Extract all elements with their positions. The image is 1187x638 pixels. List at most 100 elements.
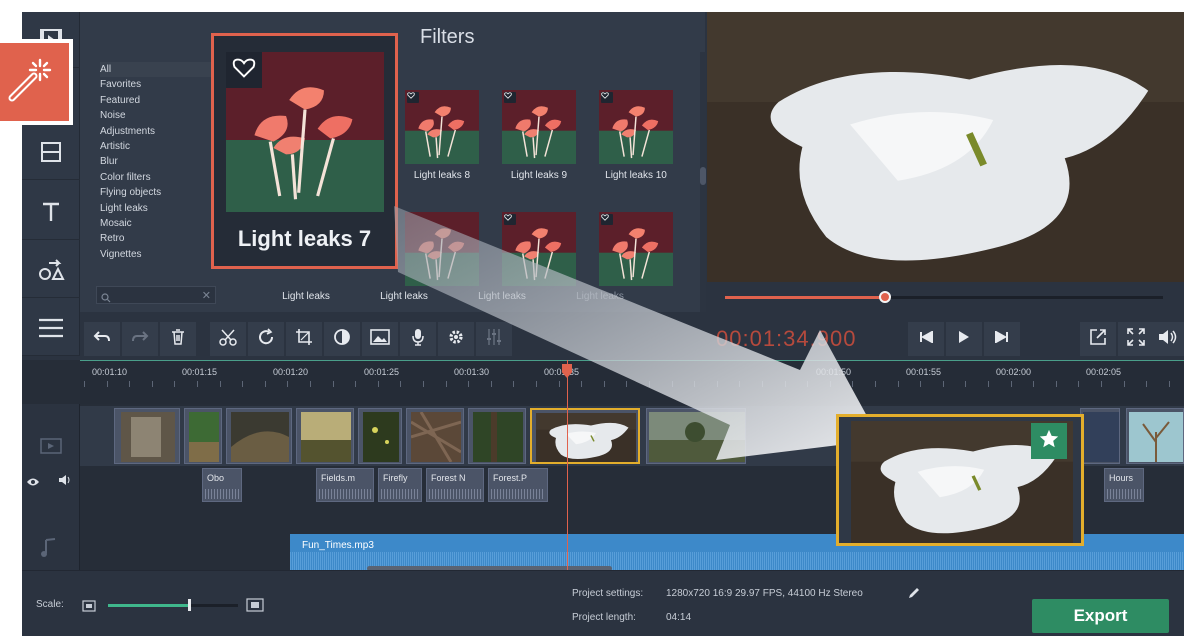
- list-tab[interactable]: [22, 300, 80, 356]
- category-item[interactable]: Noise: [100, 108, 220, 123]
- ruler-tick: [694, 381, 696, 387]
- seek-handle[interactable]: [878, 291, 891, 303]
- undo-icon: [93, 330, 111, 349]
- heart-icon[interactable]: [407, 92, 419, 103]
- speaker-icon[interactable]: [58, 473, 72, 491]
- filter-thumb[interactable]: [502, 90, 576, 164]
- video-clip[interactable]: [226, 408, 292, 464]
- playhead[interactable]: [567, 360, 568, 570]
- ruler-tick: [626, 381, 628, 387]
- color-adjust-button[interactable]: [324, 322, 360, 356]
- audio-clip[interactable]: Obo: [202, 468, 242, 502]
- audio-clip[interactable]: Hours: [1104, 468, 1144, 502]
- video-clip[interactable]: [114, 408, 180, 464]
- stickers-tab[interactable]: [22, 242, 80, 298]
- heart-icon[interactable]: [601, 214, 613, 225]
- selected-video-clip[interactable]: [530, 408, 640, 464]
- rotate-button[interactable]: [248, 322, 284, 356]
- prev-frame-button[interactable]: [908, 322, 944, 356]
- filter-thumb-label: Light leaks: [282, 291, 330, 302]
- video-clip[interactable]: [468, 408, 526, 464]
- export-button[interactable]: Export: [1032, 599, 1169, 633]
- filter-thumb[interactable]: [599, 212, 673, 286]
- video-clip[interactable]: [1126, 408, 1184, 464]
- next-icon: [995, 330, 1009, 348]
- video-clip[interactable]: [296, 408, 354, 464]
- category-item[interactable]: Vignettes: [100, 247, 220, 262]
- clear-search-icon[interactable]: ✕: [202, 289, 211, 302]
- heart-icon[interactable]: [504, 214, 516, 225]
- redo-button[interactable]: [122, 322, 158, 356]
- image-button[interactable]: [362, 322, 398, 356]
- record-audio-button[interactable]: [400, 322, 436, 356]
- delete-button[interactable]: [160, 322, 196, 356]
- ruler-tick: [490, 381, 492, 387]
- ruler-tick: [1168, 381, 1170, 387]
- titles-tab[interactable]: [22, 184, 80, 240]
- filter-search-input[interactable]: ✕: [96, 286, 216, 304]
- audio-clip[interactable]: Fields.m: [316, 468, 374, 502]
- category-item[interactable]: Flying objects: [100, 185, 220, 200]
- crop-button[interactable]: [286, 322, 322, 356]
- transitions-tab[interactable]: [22, 124, 80, 180]
- next-frame-button[interactable]: [984, 322, 1020, 356]
- ruler-tick: [875, 381, 876, 387]
- category-item[interactable]: Artistic: [100, 139, 220, 154]
- video-clip[interactable]: [406, 408, 464, 464]
- transitions-icon: [38, 139, 64, 165]
- filters-scrollbar[interactable]: [700, 52, 706, 312]
- fullscreen-button[interactable]: [1118, 322, 1154, 356]
- eye-icon[interactable]: [26, 474, 40, 492]
- ruler-time-label: 00:01:20: [273, 367, 309, 377]
- video-clip[interactable]: [184, 408, 222, 464]
- cut-button[interactable]: [210, 322, 246, 356]
- video-clip[interactable]: [358, 408, 402, 464]
- video-clip[interactable]: [646, 408, 746, 464]
- status-bar: Scale: Project settings: 1280x720 16:9 2…: [22, 570, 1184, 636]
- category-item[interactable]: Color filters: [100, 170, 220, 185]
- audio-clip[interactable]: Firefly: [378, 468, 422, 502]
- ruler-tick: [1101, 381, 1102, 387]
- heart-icon[interactable]: [601, 92, 613, 103]
- heart-icon[interactable]: [504, 92, 516, 103]
- video-clip[interactable]: [1080, 408, 1120, 464]
- favorite-heart-button[interactable]: [226, 52, 262, 88]
- ruler-tick: [332, 381, 334, 387]
- pencil-icon[interactable]: [908, 586, 920, 604]
- preview-seek-bar[interactable]: [707, 282, 1184, 312]
- ruler-tick: [920, 381, 922, 387]
- ruler-time-label: 00:01:35: [544, 367, 580, 377]
- zoom-out-icon[interactable]: [82, 599, 96, 617]
- zoom-in-icon[interactable]: [246, 598, 264, 617]
- category-item[interactable]: Favorites: [100, 77, 220, 92]
- category-item[interactable]: Retro: [100, 231, 220, 246]
- filter-thumb[interactable]: [502, 212, 576, 286]
- volume-button[interactable]: [1150, 322, 1184, 356]
- settings-button[interactable]: [438, 322, 474, 356]
- time-ruler[interactable]: 00:01:10 00:01:15 00:01:20 00:01:25 00:01:30…: [80, 360, 1184, 404]
- scale-slider-handle[interactable]: [187, 599, 191, 611]
- filter-thumb[interactable]: [405, 90, 479, 164]
- category-item[interactable]: Adjustments: [100, 124, 220, 139]
- audio-clip[interactable]: Forest N: [426, 468, 484, 502]
- ruler-tick: [377, 381, 379, 387]
- category-item[interactable]: Featured: [100, 93, 220, 108]
- filter-preview-callout[interactable]: Light leaks 7: [211, 33, 398, 269]
- audio-clip[interactable]: Forest.P: [488, 468, 548, 502]
- audio-clip-name: Fields.m: [321, 473, 356, 483]
- undo-button[interactable]: [84, 322, 120, 356]
- equalizer-button[interactable]: [476, 322, 512, 356]
- category-item[interactable]: Blur: [100, 154, 220, 169]
- audio-clip-name: Obo: [207, 473, 225, 483]
- filter-thumb[interactable]: [405, 212, 479, 286]
- ruler-tick: [784, 381, 786, 387]
- category-item[interactable]: Light leaks: [100, 201, 220, 216]
- category-item[interactable]: Mosaic: [100, 216, 220, 231]
- rotate-icon: [257, 327, 275, 351]
- filter-thumb[interactable]: [599, 90, 673, 164]
- popout-button[interactable]: [1080, 322, 1116, 356]
- dragged-clip[interactable]: [836, 414, 1084, 546]
- play-button[interactable]: [946, 322, 982, 356]
- filters-tab[interactable]: [0, 39, 73, 125]
- category-item[interactable]: All: [100, 62, 220, 78]
